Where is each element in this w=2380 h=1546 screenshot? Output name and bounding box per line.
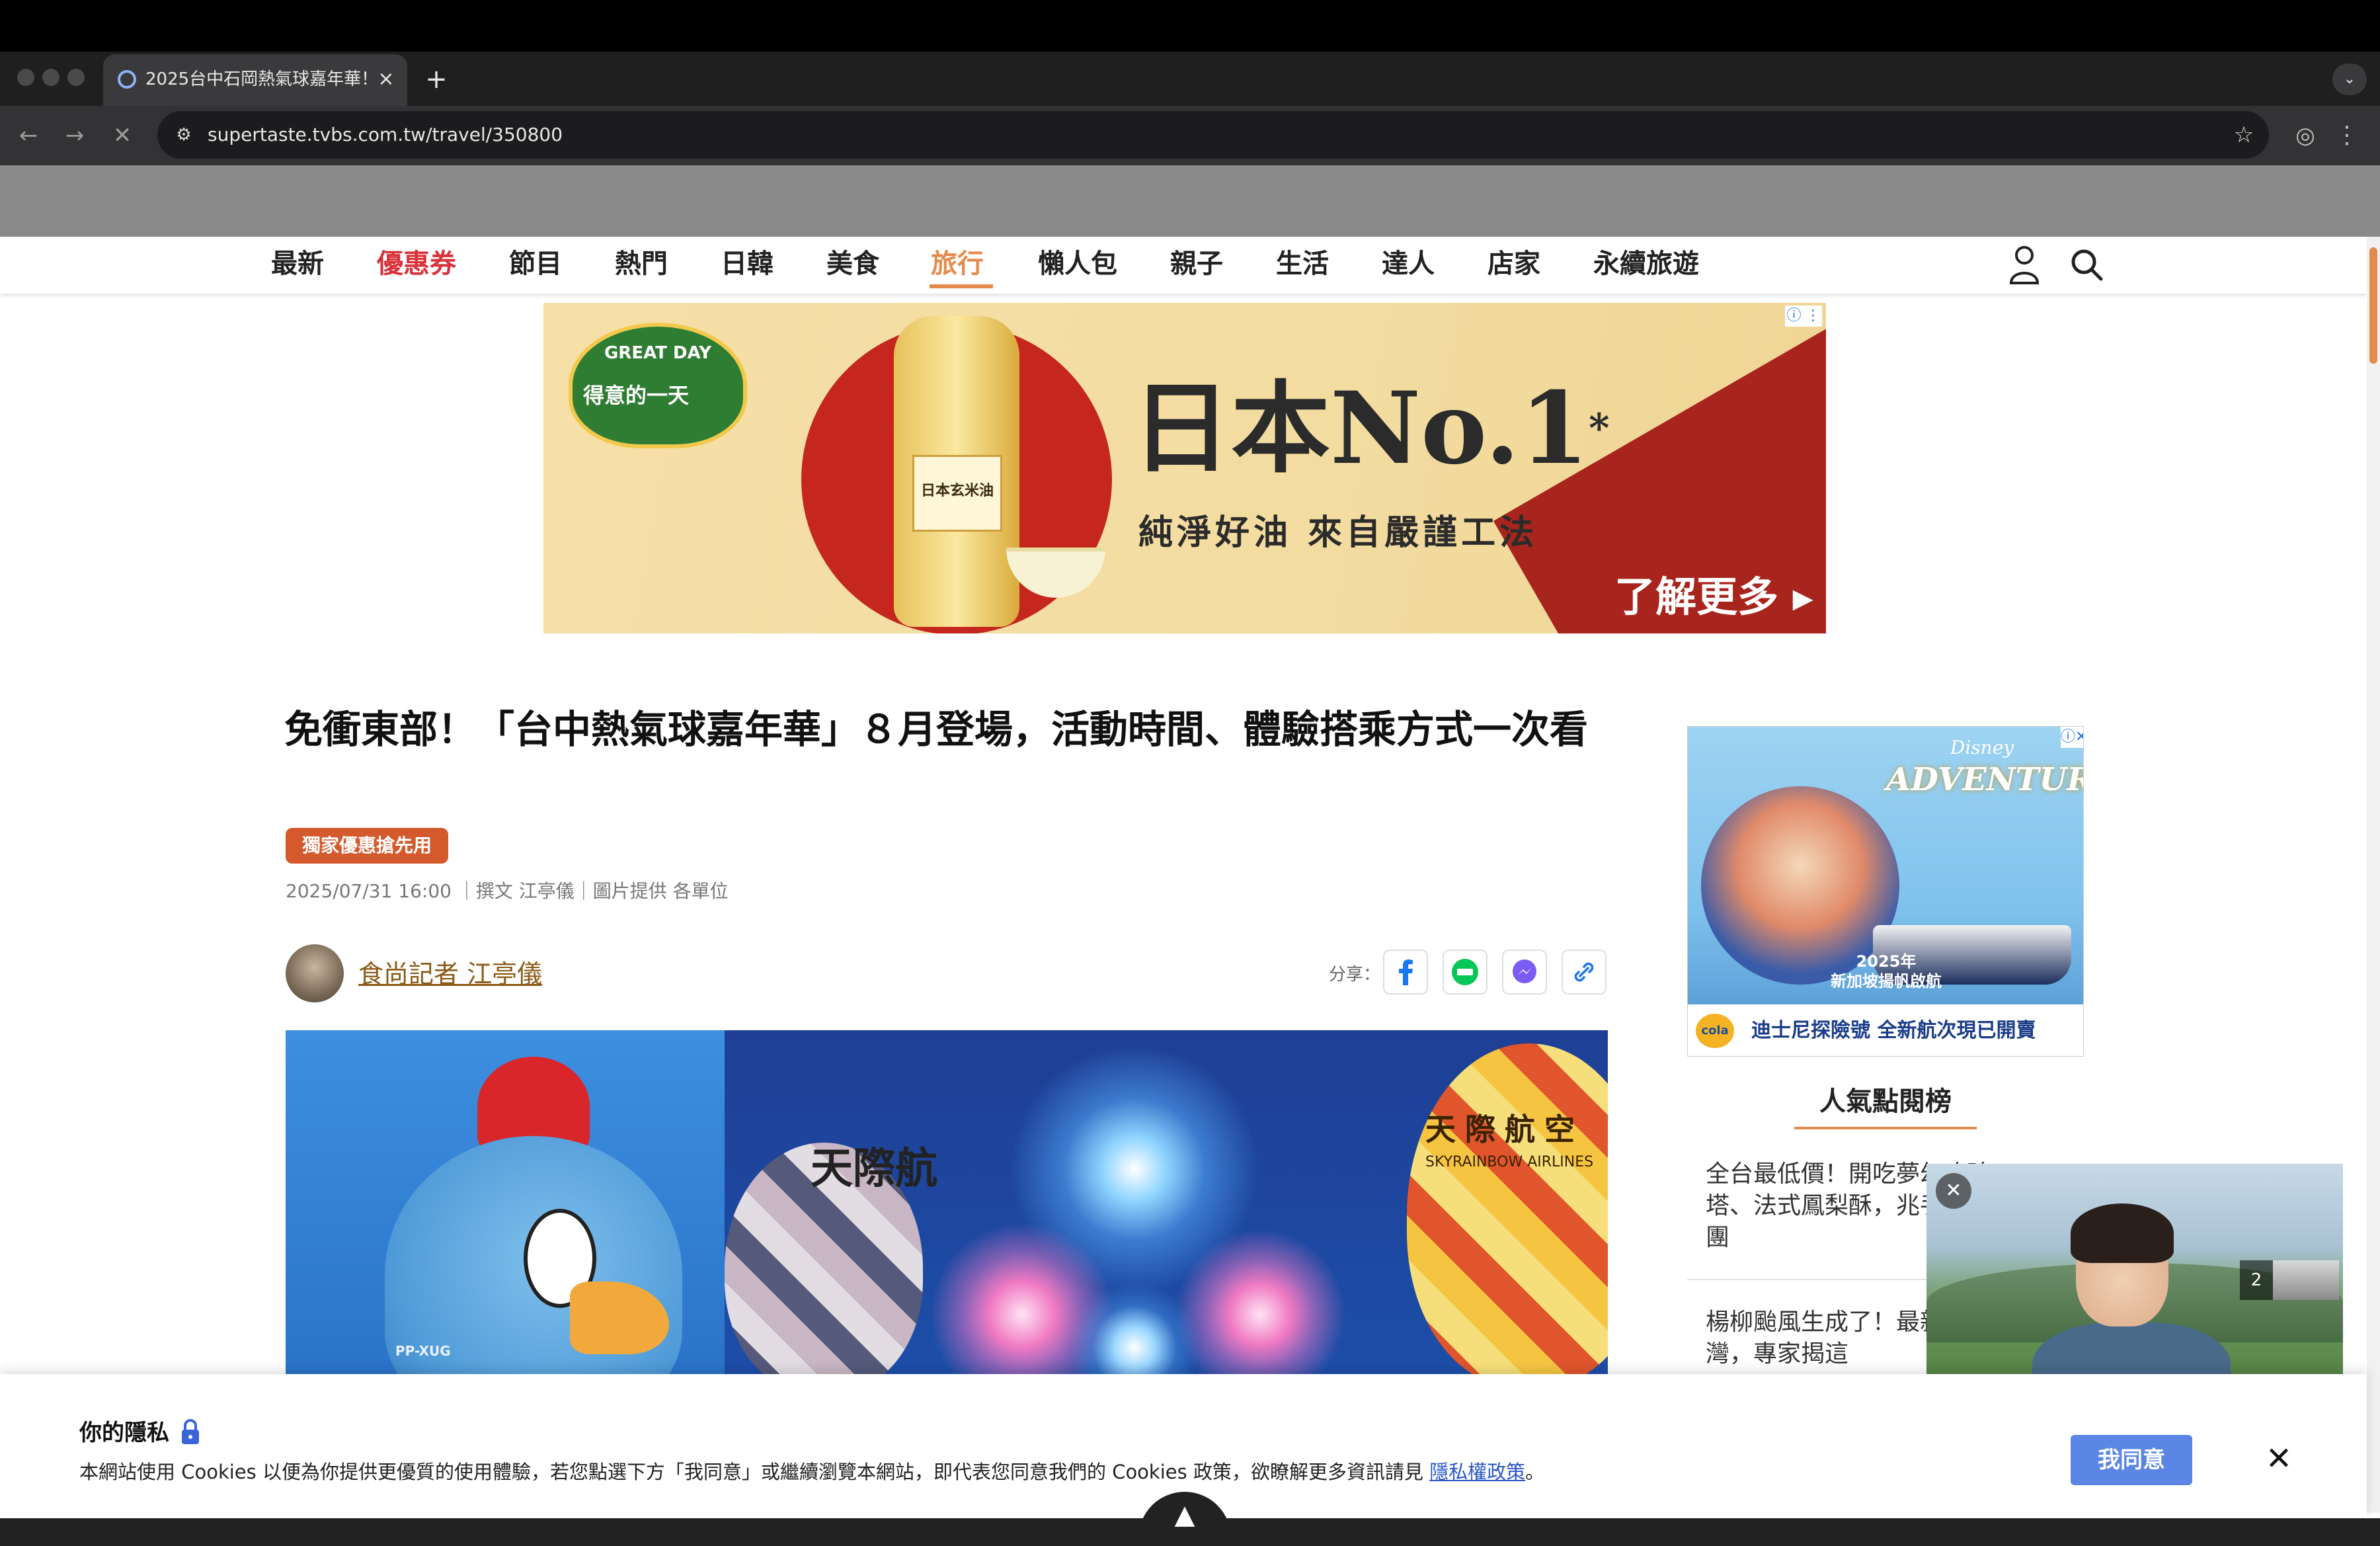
nav-item-coupons[interactable]: 優惠券 (377, 246, 456, 282)
copy-link-button[interactable] (1562, 950, 1606, 995)
window-close-dot[interactable] (17, 69, 34, 86)
ad-cta-text[interactable]: 迪士尼探險號 全新航次現已開賣 (1751, 1015, 2075, 1047)
tab-list-button[interactable]: ⌄ (2332, 63, 2367, 95)
tab-title: 2025台中石岡熱氣球嘉年華！活動 (145, 69, 370, 89)
balloon-checkered-right (1407, 1043, 1608, 1374)
nav-item-shows[interactable]: 節目 (509, 246, 562, 282)
nav-item-shops[interactable]: 店家 (1488, 246, 1540, 282)
ad-year-line1: 2025年 (1856, 952, 1917, 971)
active-tab-underline (930, 284, 993, 288)
floating-video-player[interactable]: ✕ 2 (1926, 1164, 2343, 1399)
ad-bottle-label: 日本玄米油 (912, 455, 1002, 532)
lock-icon (182, 1419, 199, 1444)
header-band (0, 165, 2380, 237)
share-facebook-button[interactable] (1383, 950, 1428, 995)
window-top-bar (0, 0, 2380, 52)
scrollbar-track[interactable] (2367, 237, 2380, 1513)
ad-headline: 日本No.1* (1132, 376, 1661, 481)
balloon-left-text: 天際航 (811, 1144, 937, 1194)
back-icon[interactable]: ← (11, 118, 46, 153)
hero-right-panel: 天際航 天際航空 SKYRAINBOW AIRLINES (725, 1030, 1608, 1374)
popular-title-underline (1794, 1127, 1977, 1129)
top-banner-ad[interactable]: GREAT DAY 得意的一天 日本玄米油 日本No.1* 純淨好油 來自嚴謹工… (543, 303, 1826, 633)
scrollbar-thumb[interactable] (2369, 247, 2377, 364)
user-icon[interactable] (2008, 243, 2040, 286)
ad-headline-text: 日本No.1 (1132, 370, 1589, 487)
ad-year-line2: 新加坡揚帆啟航 (1831, 972, 1942, 991)
share-messenger-button[interactable] (1502, 950, 1547, 995)
share-line-button[interactable] (1443, 950, 1488, 995)
nav-item-hot[interactable]: 熱門 (615, 246, 668, 282)
hero-left-panel: PP-XUG (286, 1030, 725, 1374)
ad-sailing-date: 2025年 新加坡揚帆啟航 (1827, 952, 1946, 991)
search-icon[interactable] (2069, 247, 2104, 282)
tab-favicon-icon (118, 70, 136, 89)
adchoices-icon[interactable]: ⓘ ⋮ (1785, 305, 1822, 327)
url-text[interactable]: supertaste.tvbs.com.tw/travel/350800 (208, 120, 2059, 149)
cookie-close-icon[interactable]: ✕ (2262, 1439, 2295, 1479)
video-close-icon[interactable]: ✕ (1936, 1173, 1971, 1209)
ad-close-icon[interactable]: ⓘ✕ (2061, 727, 2083, 748)
article-tag[interactable]: 獨家優惠搶先用 (286, 828, 448, 864)
privacy-policy-link[interactable]: 隱私權政策 (1429, 1461, 1525, 1483)
profile-icon[interactable]: ◎ (2287, 118, 2323, 153)
messenger-icon (1513, 959, 1536, 983)
window-zoom-dot[interactable] (67, 69, 85, 86)
nav-item-family[interactable]: 親子 (1170, 246, 1223, 282)
window-minimize-dot[interactable] (42, 69, 60, 86)
facebook-icon (1399, 959, 1413, 985)
nav-item-sustainable-travel[interactable]: 永續旅遊 (1593, 246, 1699, 282)
article-title: 免衝東部！「台中熱氣球嘉年華」８月登場，活動時間、體驗搭乘方式一次看 (284, 707, 1589, 752)
hero-image: PP-XUG 天際航 天際航空 SKYRAINBOW AIRLINES (286, 1030, 1608, 1374)
chicken-balloon-registration: PP-XUG (395, 1343, 451, 1359)
nav-item-food[interactable]: 美食 (826, 246, 879, 282)
bookmark-star-icon[interactable]: ☆ (2229, 120, 2258, 149)
browser-tab[interactable]: 2025台中石岡熱氣球嘉年華！活動 × (103, 54, 407, 106)
ad-brand-ring-text: GREAT DAY (604, 343, 712, 363)
browser-menu-icon[interactable]: ⋮ (2334, 118, 2360, 153)
line-icon (1452, 959, 1478, 985)
link-icon (1574, 962, 1594, 982)
stop-loading-icon[interactable]: ✕ (104, 118, 140, 153)
author-avatar[interactable] (286, 944, 344, 1002)
tab-close-icon[interactable]: × (374, 66, 398, 93)
ad-colatour-logo: cola tour (1696, 1014, 1734, 1048)
ad-headline-mark: * (1589, 405, 1610, 452)
ad-oil-bottle: 日本玄米油 (894, 316, 1019, 627)
new-tab-button[interactable]: + (423, 61, 450, 98)
nav-item-experts[interactable]: 達人 (1382, 246, 1435, 282)
author-link[interactable]: 食尚記者 江亭儀 (358, 957, 557, 991)
address-bar[interactable]: ⚙ supertaste.tvbs.com.tw/travel/350800 ☆ (157, 111, 2269, 159)
sidebar-ad[interactable]: Disney ADVENTURE 2025年 新加坡揚帆啟航 cola tour… (1687, 726, 2084, 1057)
cookie-message: 本網站使用 Cookies 以便為你提供更優質的使用體驗，若您點選下方「我同意」… (79, 1456, 1544, 1488)
article-meta: 2025/07/31 16:00 ｜撰文 江亭儀｜圖片提供 各單位 (286, 880, 729, 902)
balloon-right-subtext: SKYRAINBOW AIRLINES (1425, 1154, 1594, 1170)
video-playlist-count[interactable]: 2 (2240, 1260, 2273, 1300)
cookie-message-text: 本網站使用 Cookies 以便為你提供更優質的使用體驗，若您點選下方「我同意」… (79, 1461, 1430, 1483)
cookie-message-end: 。 (1525, 1461, 1545, 1483)
ad-brand-name: 得意的一天 (582, 383, 689, 408)
forward-icon[interactable]: → (57, 118, 93, 153)
ad-subline: 純淨好油 來自嚴謹工法 (1138, 512, 1538, 553)
cookie-agree-button[interactable]: 我同意 (2071, 1435, 2192, 1485)
video-person-hair (2071, 1203, 2174, 1263)
balloon-right-text: 天際航空 (1425, 1112, 1584, 1147)
nav-item-guides[interactable]: 懶人包 (1038, 246, 1117, 282)
site-info-icon[interactable]: ⚙ (172, 123, 196, 147)
nav-item-life[interactable]: 生活 (1276, 246, 1329, 282)
nav-item-latest[interactable]: 最新 (271, 246, 324, 282)
share-label: 分享： (1329, 965, 1381, 985)
nav-item-travel[interactable]: 旅行 (931, 246, 984, 282)
ad-adventure-title: ADVENTURE (1886, 761, 2083, 798)
video-next-thumbnail[interactable] (2273, 1260, 2339, 1300)
nav-item-japan-korea[interactable]: 日韓 (721, 246, 774, 282)
popular-list-title: 人氣點閱榜 (1819, 1086, 1952, 1117)
ad-footer-strip: cola tour 迪士尼探險號 全新航次現已開賣 (1688, 1004, 2083, 1056)
ad-learn-more-button[interactable]: 了解更多 ▸ (1614, 574, 1819, 620)
